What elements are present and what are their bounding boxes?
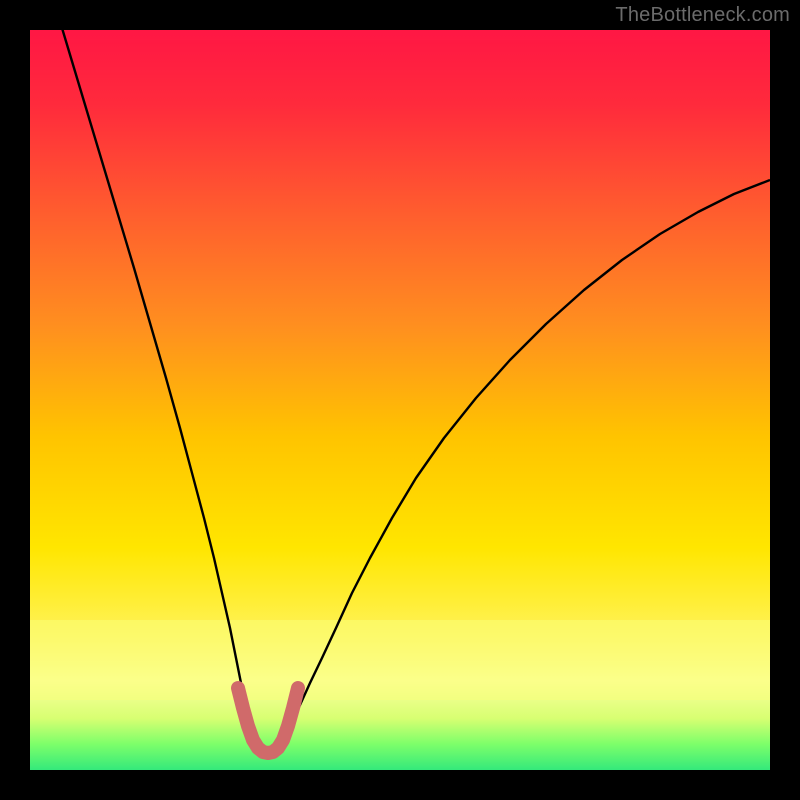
bottleneck-chart — [0, 0, 800, 800]
highlight-band — [30, 620, 770, 700]
watermark-text: TheBottleneck.com — [615, 4, 790, 27]
chart-frame: TheBottleneck.com — [0, 0, 800, 800]
